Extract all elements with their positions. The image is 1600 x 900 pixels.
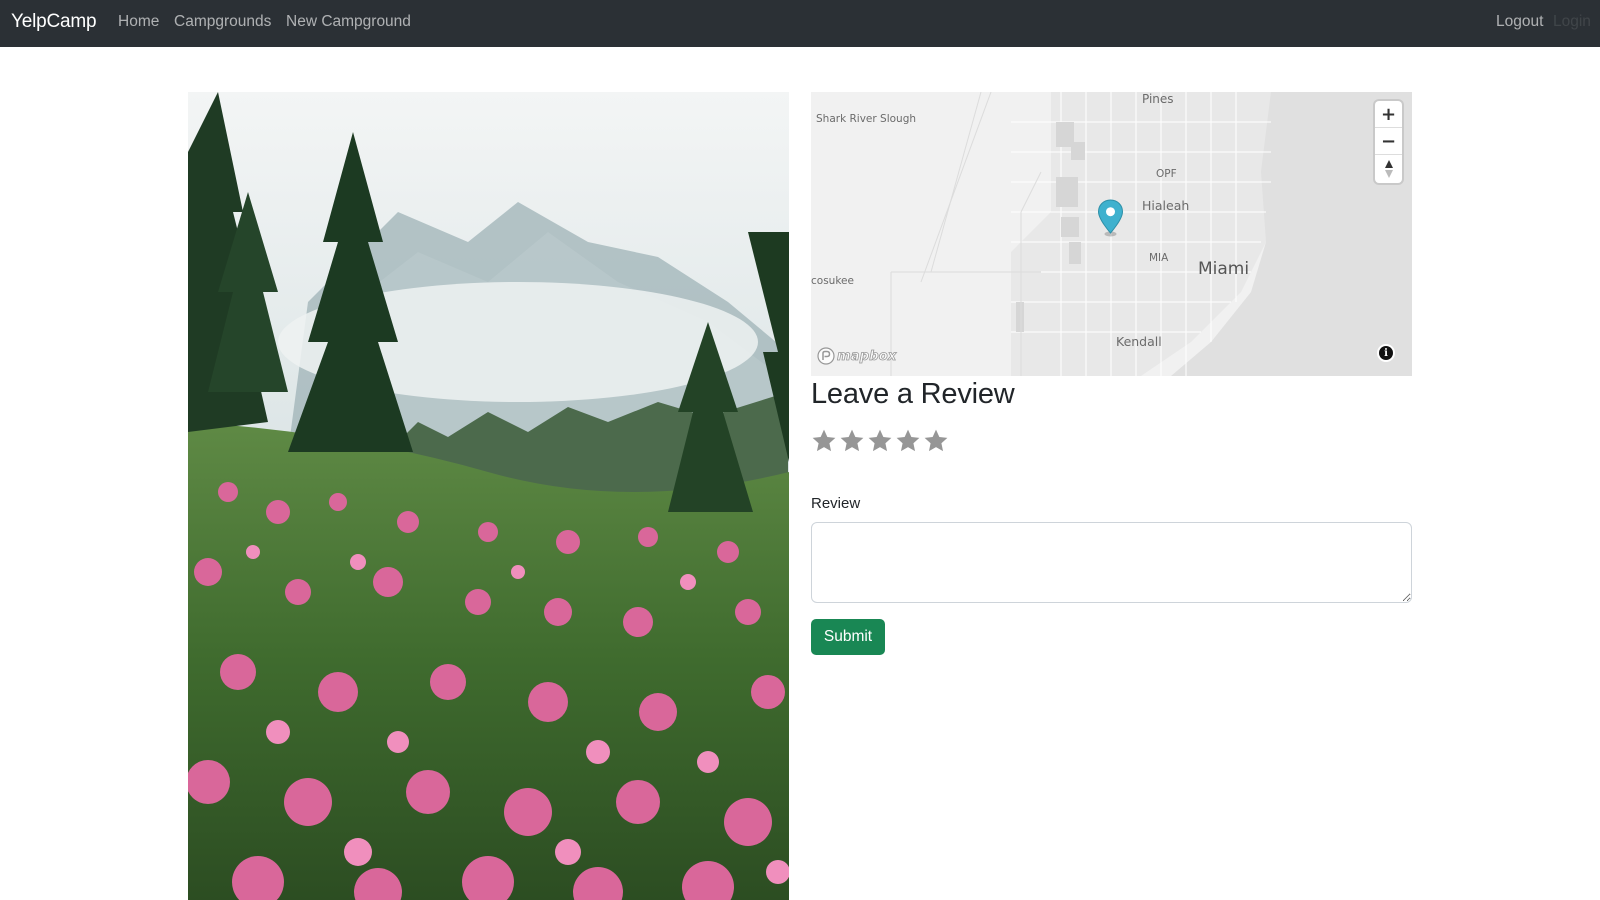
brand-link[interactable]: YelpCamp [11,11,97,33]
map-pin-icon[interactable] [1097,199,1124,242]
nav-new-campground-link[interactable]: New Campground [286,13,411,31]
zoom-in-button[interactable]: + [1375,101,1402,128]
map-label-miami: Miami [1198,259,1250,279]
star-icon[interactable] [923,428,949,454]
star-icon[interactable] [811,428,837,454]
review-label: Review [811,495,861,512]
map-label-kendall: Kendall [1116,334,1162,349]
star-icon[interactable] [839,428,865,454]
mapbox-logo[interactable]: mapbox [817,347,897,365]
review-textarea[interactable] [811,522,1412,603]
map-label-shark-river-slough: Shark River Slough [816,113,917,125]
campground-photo [188,92,789,900]
map-label-opf: OPF [1156,168,1177,180]
star-icon[interactable] [895,428,921,454]
star-icon[interactable] [867,428,893,454]
nav-login-link[interactable]: Login [1553,13,1591,31]
map-navigation-control: + − [1375,101,1402,183]
map-label-hialeah: Hialeah [1142,198,1190,213]
navbar: YelpCamp Home Campgrounds New Campground… [0,0,1600,47]
campground-map[interactable]: Pines Shark River Slough OPF Hialeah MIA… [811,92,1412,376]
nav-campgrounds-link[interactable]: Campgrounds [174,13,271,31]
submit-button[interactable]: Submit [811,619,885,655]
map-label-mia: MIA [1149,252,1169,264]
attribution-info-icon[interactable]: i [1377,344,1395,362]
map-label-cosukee: cosukee [811,275,854,287]
nav-logout-link[interactable]: Logout [1496,13,1543,31]
map-label-pines: Pines [1142,92,1174,106]
nav-home-link[interactable]: Home [118,13,159,31]
compass-icon[interactable] [1375,155,1402,182]
review-heading: Leave a Review [811,378,1015,410]
star-rating[interactable] [811,428,949,454]
zoom-out-button[interactable]: − [1375,128,1402,155]
mapbox-wordmark: mapbox [837,348,897,364]
